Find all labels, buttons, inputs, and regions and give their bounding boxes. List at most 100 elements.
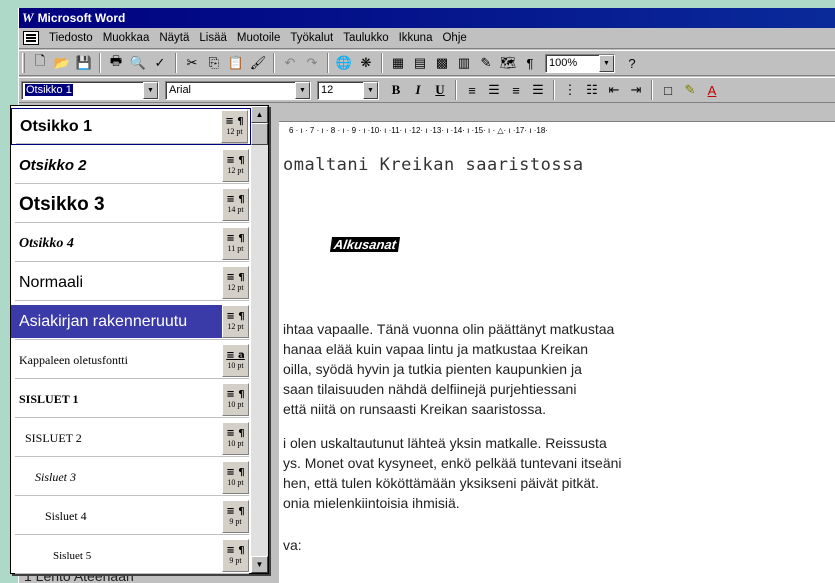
scroll-up-icon[interactable]: ▲ [251, 106, 268, 123]
style-item-sisluet-2[interactable]: SISLUET 2 ≡ ¶ 10 pt [11, 420, 251, 457]
document-control-icon[interactable] [23, 31, 39, 45]
print-icon[interactable]: 🖶 [105, 52, 127, 74]
title-bar: W Microsoft Word [19, 8, 835, 28]
style-meta: ≡ ¶ 12 pt [221, 110, 248, 143]
style-item-sisluet-3[interactable]: Sisluet 3 ≡ ¶ 10 pt [11, 459, 251, 496]
borders-icon[interactable]: □ [657, 79, 679, 101]
increase-indent-icon[interactable]: ⇥ [625, 79, 647, 101]
show-hide-icon[interactable]: ¶ [519, 52, 541, 74]
paste-icon[interactable]: 📋 [225, 52, 247, 74]
tables-borders-icon[interactable]: ▦ [387, 52, 409, 74]
style-meta: ≡ ¶ 12 pt [222, 149, 249, 182]
print-preview-icon[interactable]: 🔍 [127, 52, 149, 74]
style-item-label: Otsikko 3 [19, 193, 105, 215]
menu-file[interactable]: Tiedosto [45, 32, 99, 44]
document-map-icon[interactable]: 🗺 [497, 52, 519, 74]
menu-window[interactable]: Ikkuna [395, 32, 439, 44]
font-select[interactable]: Arial ▼ [165, 80, 311, 100]
bold-button[interactable]: B [385, 79, 407, 101]
chevron-down-icon[interactable]: ▼ [363, 81, 378, 99]
new-document-icon[interactable]: 🗋 [29, 52, 51, 74]
scroll-down-icon[interactable]: ▼ [251, 556, 268, 573]
style-item-label: SISLUET 1 [19, 392, 79, 406]
style-item-label: SISLUET 2 [25, 431, 82, 445]
style-item-sisluet-1[interactable]: SISLUET 1 ≡ ¶ 10 pt [11, 381, 251, 418]
align-right-icon[interactable]: ≡ [505, 79, 527, 101]
font-value: Arial [169, 84, 192, 96]
style-item-otsikko-3[interactable]: Otsikko 3 ≡ ¶ 14 pt [11, 186, 251, 223]
chevron-down-icon[interactable]: ▼ [143, 81, 158, 99]
word-logo-icon: W [22, 10, 34, 25]
style-item-otsikko-4[interactable]: Otsikko 4 ≡ ¶ 11 pt [11, 225, 251, 262]
columns-icon[interactable]: ▥ [453, 52, 475, 74]
style-meta: ≡ ¶ 9 pt [222, 539, 249, 572]
justify-icon[interactable]: ☰ [527, 79, 549, 101]
style-item-label: Asiakirjan rakenneruutu [11, 305, 222, 338]
style-list-scrollbar[interactable]: ▲ ▼ [251, 106, 268, 573]
style-meta: ≡ ¶ 9 pt [222, 500, 249, 533]
chevron-down-icon[interactable]: ▼ [295, 81, 310, 99]
horizontal-ruler[interactable]: 6 · ı · 7 · ı · 8 · ı · 9 · ı ·10· ı ·11… [279, 121, 835, 139]
formatting-toolbar: Otsikko 1 ▼ Arial ▼ 12 ▼ B I U ≡ ☰ ≡ ☰ ⋮… [19, 77, 835, 103]
open-folder-icon[interactable]: 📂 [51, 52, 73, 74]
menu-table[interactable]: Taulukko [339, 32, 394, 44]
style-item-label: Normaali [19, 273, 84, 291]
undo-icon[interactable]: ↶ [279, 52, 301, 74]
redo-icon[interactable]: ↷ [301, 52, 323, 74]
style-item-sisluet-4[interactable]: Sisluet 4 ≡ ¶ 9 pt [11, 498, 251, 535]
insert-table-icon[interactable]: ▤ [409, 52, 431, 74]
style-value: Otsikko 1 [25, 84, 73, 96]
style-select[interactable]: Otsikko 1 ▼ [21, 80, 159, 100]
menu-tools[interactable]: Työkalut [286, 32, 339, 44]
format-painter-icon[interactable]: 🖌 [247, 52, 269, 74]
help-icon[interactable]: ? [621, 52, 643, 74]
document-page[interactable]: omaltani Kreikan saaristossa Alkusanat i… [279, 139, 835, 583]
cut-icon[interactable]: ✂ [181, 52, 203, 74]
chevron-down-icon[interactable]: ▼ [599, 54, 614, 72]
style-item-normaali[interactable]: Normaali ≡ ¶ 12 pt [11, 264, 251, 301]
toolbar-grip[interactable] [22, 53, 25, 73]
toolbar-separator [651, 80, 653, 100]
drawing-icon[interactable]: ✎ [475, 52, 497, 74]
zoom-select[interactable]: 100% ▼ [545, 53, 615, 73]
align-left-icon[interactable]: ≡ [461, 79, 483, 101]
copy-icon[interactable]: ⎘ [203, 52, 225, 74]
spelling-icon[interactable]: ✓ [149, 52, 171, 74]
scroll-thumb[interactable] [251, 123, 268, 145]
font-color-icon[interactable]: A [701, 79, 723, 101]
standard-toolbar: 🗋 📂 💾 🖶 🔍 ✓ ✂ ⎘ 📋 🖌 ↶ ↷ 🌐 ❋ ▦ ▤ ▩ ▥ ✎ 🗺 … [19, 50, 835, 76]
italic-button[interactable]: I [407, 79, 429, 101]
menu-view[interactable]: Näytä [155, 32, 195, 44]
numbering-icon[interactable]: ⋮ [559, 79, 581, 101]
style-meta: ≡ ¶ 11 pt [222, 227, 249, 260]
highlight-icon[interactable]: ✎ [679, 79, 701, 101]
style-item-asiakirjan-rakenneruutu[interactable]: Asiakirjan rakenneruutu ≡ ¶ 12 pt [11, 303, 251, 340]
menu-insert[interactable]: Lisää [195, 32, 233, 44]
style-dropdown-list[interactable]: Otsikko 1 ≡ ¶ 12 pt Otsikko 2 ≡ ¶ 12 pt Ot… [10, 105, 269, 574]
paragraph-3: va: [283, 537, 302, 553]
underline-button[interactable]: U [429, 79, 451, 101]
menu-help[interactable]: Ohje [438, 32, 472, 44]
style-item-sisluet-5[interactable]: Sisluet 5 ≡ ¶ 9 pt [11, 537, 251, 574]
align-center-icon[interactable]: ☰ [483, 79, 505, 101]
paragraph-2: i olen uskaltautunut lähteä yksin matkal… [283, 435, 622, 511]
hyperlink-icon[interactable]: 🌐 [333, 52, 355, 74]
menu-format[interactable]: Muotoile [233, 32, 286, 44]
window-title: Microsoft Word [37, 11, 126, 25]
style-meta: ≡ ¶ 10 pt [222, 422, 249, 455]
menu-edit[interactable]: Muokkaa [99, 32, 156, 44]
bullets-icon[interactable]: ☷ [581, 79, 603, 101]
style-item-label: Otsikko 4 [19, 235, 74, 251]
size-select[interactable]: 12 ▼ [317, 80, 379, 100]
style-item-otsikko-2[interactable]: Otsikko 2 ≡ ¶ 12 pt [11, 147, 251, 184]
save-icon[interactable]: 💾 [73, 52, 95, 74]
style-item-otsikko-1[interactable]: Otsikko 1 ≡ ¶ 12 pt [11, 108, 251, 145]
style-item-kappaleen-oletusfontti[interactable]: Kappaleen oletusfontti ≡ a 10 pt [11, 342, 251, 379]
insert-excel-icon[interactable]: ▩ [431, 52, 453, 74]
style-item-label: Sisluet 5 [53, 549, 92, 562]
style-item-label: Sisluet 4 [45, 509, 87, 523]
style-item-label: Otsikko 2 [19, 157, 87, 174]
decrease-indent-icon[interactable]: ⇤ [603, 79, 625, 101]
style-meta: ≡ ¶ 10 pt [222, 461, 249, 494]
web-toolbar-icon[interactable]: ❋ [355, 52, 377, 74]
